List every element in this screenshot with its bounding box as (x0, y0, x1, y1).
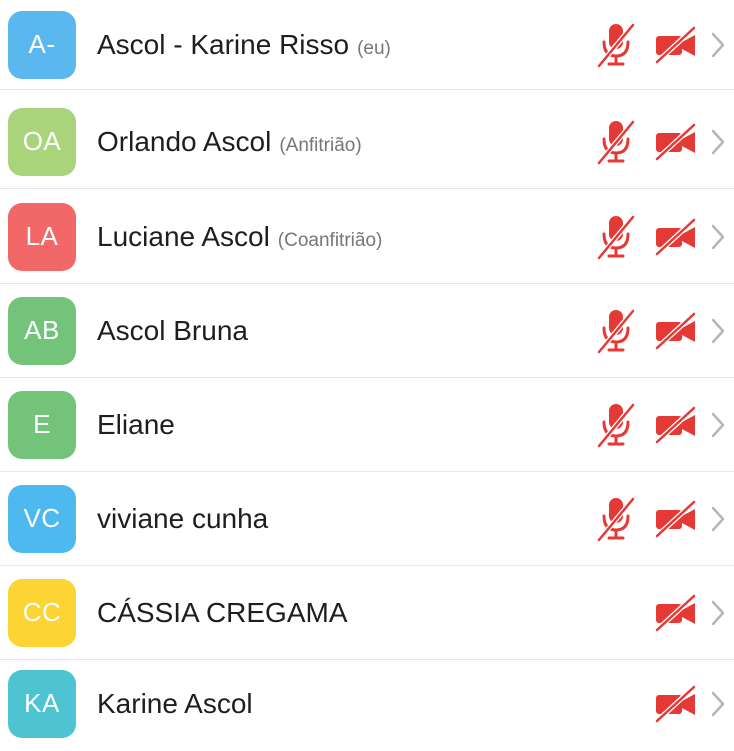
participant-row[interactable]: KA Karine Ascol (0, 660, 734, 747)
mic-muted-icon (596, 22, 654, 68)
participant-name-group: Ascol - Karine Risso (eu) (97, 29, 391, 61)
participant-name: Orlando Ascol (97, 125, 272, 157)
participant-name: Ascol - Karine Risso (97, 28, 350, 60)
participant-status-icons (596, 0, 726, 92)
participant-name-group: Ascol Bruna (97, 315, 248, 347)
video-off-icon (654, 499, 710, 538)
participant-name: viviane cunha (97, 502, 269, 534)
participant-row[interactable]: CC CÁSSIA CREGAMA (0, 566, 734, 660)
chevron-right-icon[interactable] (710, 599, 726, 627)
participant-avatar: OA (8, 107, 76, 176)
participant-name-group: CÁSSIA CREGAMA (97, 597, 348, 629)
video-off-icon (654, 311, 710, 350)
chevron-right-icon[interactable] (710, 690, 726, 718)
participant-avatar: AB (8, 296, 76, 365)
mic-muted-icon (596, 308, 654, 354)
chevron-right-icon[interactable] (710, 411, 726, 439)
participant-avatar: KA (8, 669, 76, 738)
participant-status-icons (596, 190, 726, 284)
mic-muted-icon (596, 214, 654, 260)
participant-name: Karine Ascol (97, 687, 253, 719)
participant-row[interactable]: A- Ascol - Karine Risso (eu) (0, 0, 734, 90)
chevron-right-icon[interactable] (710, 31, 726, 59)
video-off-icon (654, 25, 710, 64)
participant-status-icons (654, 657, 726, 751)
participant-row[interactable]: E Eliane (0, 378, 734, 472)
participant-status-icons (654, 566, 726, 660)
video-off-icon (654, 405, 710, 444)
participant-name-group: viviane cunha (97, 503, 268, 535)
participant-status-icons (596, 378, 726, 472)
participant-avatar: CC (8, 578, 76, 647)
chevron-right-icon[interactable] (710, 223, 726, 251)
mic-muted-icon (596, 402, 654, 448)
chevron-right-icon[interactable] (710, 128, 726, 156)
participant-name: Luciane Ascol (97, 220, 270, 252)
video-off-icon (654, 217, 710, 256)
mic-muted-icon (596, 496, 654, 542)
participant-name-group: Karine Ascol (97, 688, 253, 720)
participant-status-icons (596, 95, 726, 189)
participant-name-group: Orlando Ascol (Anfitrião) (97, 126, 362, 158)
participant-role: (Anfitrião) (279, 134, 362, 156)
participant-row[interactable]: OA Orlando Ascol (Anfitrião) (0, 95, 734, 189)
participant-role: (eu) (357, 37, 391, 59)
participant-row[interactable]: LA Luciane Ascol (Coanfitrião) (0, 190, 734, 284)
video-off-icon (654, 593, 710, 632)
participant-role: (Coanfitrião) (277, 229, 383, 251)
participant-name-group: Eliane (97, 409, 175, 441)
participant-status-icons (596, 284, 726, 378)
participant-avatar: LA (8, 202, 76, 271)
video-off-icon (654, 122, 710, 161)
participants-list: A- Ascol - Karine Risso (eu) OA Orlando Asco… (0, 0, 734, 747)
participant-status-icons (596, 472, 726, 566)
participant-name: CÁSSIA CREGAMA (97, 596, 348, 628)
mic-muted-icon (596, 119, 654, 165)
participant-name: Ascol Bruna (97, 314, 248, 346)
participant-name-group: Luciane Ascol (Coanfitrião) (97, 221, 382, 253)
participant-avatar: A- (8, 10, 76, 79)
participant-row[interactable]: AB Ascol Bruna (0, 284, 734, 378)
chevron-right-icon[interactable] (710, 505, 726, 533)
video-off-icon (654, 684, 710, 723)
participant-avatar: VC (8, 484, 76, 553)
participant-name: Eliane (97, 408, 175, 440)
participant-row[interactable]: VC viviane cunha (0, 472, 734, 566)
chevron-right-icon[interactable] (710, 317, 726, 345)
participant-avatar: E (8, 390, 76, 459)
